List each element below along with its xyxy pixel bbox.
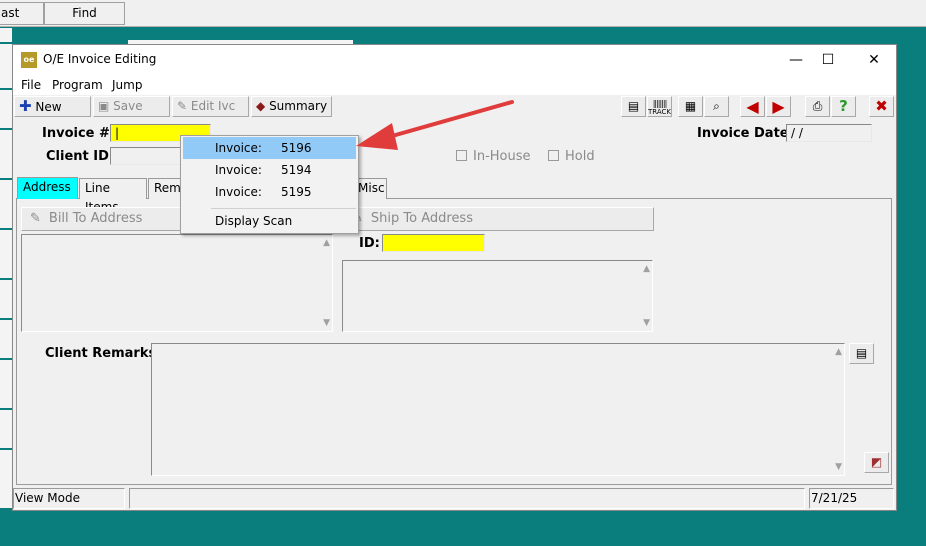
exit-icon[interactable]: ✖ [869, 96, 894, 117]
hold-checkbox[interactable]: Hold [548, 149, 595, 164]
status-date: 7/21/25 [809, 488, 894, 509]
minimize-button[interactable]: — [781, 49, 811, 71]
summary-label: Summary [269, 99, 328, 113]
popup-invoice-number: 5194 [281, 163, 312, 177]
save-label: Save [113, 99, 143, 113]
checkbox-box [548, 150, 559, 161]
magnifier-icon[interactable]: ⌕ [704, 96, 729, 117]
ship-to-address-button[interactable]: ✎Ship To Address [343, 207, 654, 231]
background-last-button[interactable]: ast [0, 2, 44, 25]
document-icon[interactable]: ▦ [678, 96, 703, 117]
menu-file[interactable]: File [21, 78, 41, 92]
popup-invoice-item[interactable]: Invoice: 5195 [183, 181, 356, 203]
in-house-label: In-House [473, 149, 531, 164]
diamond-icon: ◆ [256, 99, 266, 113]
previous-arrow-icon[interactable]: ◀ [740, 96, 765, 117]
bill-to-address-textarea[interactable]: ▲ ▼ [21, 234, 333, 332]
popup-invoice-item[interactable]: Invoice: 5196 [183, 137, 356, 159]
scroll-up-icon[interactable]: ▲ [643, 264, 650, 274]
popup-invoice-item[interactable]: Invoice: 5194 [183, 159, 356, 181]
popup-invoice-label: Invoice: [215, 141, 262, 155]
ship-to-label: Ship To Address [370, 211, 473, 226]
scroll-up-icon[interactable]: ▲ [323, 238, 330, 248]
tab-strip: Address Line Items Rema Misc [16, 177, 892, 214]
popup-invoice-number: 5195 [281, 185, 312, 199]
background-app-panel [0, 28, 12, 508]
scroll-down-icon[interactable]: ▼ [835, 462, 842, 472]
popup-separator [211, 208, 356, 209]
edit-label: Edit Ivc [190, 99, 236, 113]
ship-id-input[interactable] [382, 234, 485, 252]
maximize-button[interactable]: ☐ [813, 49, 843, 71]
pencil-icon: ✎ [30, 211, 41, 226]
background-app-toolbar: ast Find [0, 0, 926, 27]
scroll-down-icon[interactable]: ▼ [643, 318, 650, 328]
bill-to-label: Bill To Address [48, 211, 143, 226]
track-barcode-icon[interactable]: |||||||| TRACK [647, 96, 672, 117]
copy-icon[interactable]: ▤ [621, 96, 646, 117]
floppy-icon: ▣ [98, 99, 110, 113]
popup-invoice-label: Invoice: [215, 185, 262, 199]
status-mode: View Mode [13, 488, 125, 509]
next-arrow-icon[interactable]: ▶ [766, 96, 791, 117]
title-bar: oe O/E Invoice Editing — ☐ ✕ [13, 45, 896, 75]
window-title: O/E Invoice Editing [43, 52, 157, 66]
background-find-button[interactable]: Find [44, 2, 125, 25]
invoice-popup-menu: Invoice: 5196 Invoice: 5194 Invoice: 519… [180, 135, 359, 234]
printer-icon[interactable]: ⎙ [805, 96, 830, 117]
status-message [129, 488, 805, 509]
plus-icon: ✚ [19, 97, 32, 115]
invoice-number-label: Invoice #: [42, 126, 116, 141]
client-id-input[interactable] [110, 147, 185, 165]
hold-label: Hold [565, 149, 595, 164]
track-label: TRACK [648, 108, 671, 116]
barcode-icon: |||||||| [652, 99, 668, 108]
summary-button[interactable]: ◆ Summary [251, 96, 332, 117]
ship-to-address-textarea[interactable]: ▲ ▼ [342, 260, 653, 332]
popup-invoice-number: 5196 [281, 141, 312, 155]
edit-remarks-icon[interactable]: ◩ [864, 452, 889, 473]
popup-invoice-label: Invoice: [215, 163, 262, 177]
in-house-checkbox[interactable]: In-House [456, 149, 531, 164]
invoice-date-input[interactable]: / / [786, 124, 872, 142]
new-label: New [35, 100, 62, 114]
help-icon[interactable]: ? [831, 96, 856, 117]
notepad-icon[interactable]: ▤ [849, 343, 874, 364]
menu-jump[interactable]: Jump [112, 78, 142, 92]
scroll-down-icon[interactable]: ▼ [323, 318, 330, 328]
client-id-label: Client ID: [46, 149, 115, 164]
close-button[interactable]: ✕ [859, 49, 889, 71]
status-bar: View Mode 7/21/25 [13, 486, 896, 510]
tab-address[interactable]: Address [17, 177, 78, 199]
invoice-editing-window: oe O/E Invoice Editing — ☐ ✕ File Progra… [12, 44, 897, 511]
invoice-date-label: Invoice Date: [697, 126, 794, 141]
display-scan-label: Display Scan [215, 214, 293, 228]
checkbox-box [456, 150, 467, 161]
popup-display-scan[interactable]: Display Scan [183, 210, 356, 232]
menu-program[interactable]: Program [52, 78, 103, 92]
app-icon: oe [21, 52, 37, 68]
tab-line-items[interactable]: Line Items [79, 178, 147, 214]
edit-invoice-button[interactable]: ✎ Edit Ivc [172, 96, 249, 117]
save-button[interactable]: ▣ Save [93, 96, 170, 117]
menu-bar: File Program Jump [13, 75, 896, 95]
client-remarks-textarea[interactable]: ▲ ▼ [151, 343, 845, 476]
pencil-icon: ✎ [177, 99, 188, 113]
scroll-up-icon[interactable]: ▲ [835, 347, 842, 357]
ship-id-label: ID: [359, 236, 380, 251]
toolbar: ✚ New ▣ Save ✎ Edit Ivc ◆ Summary ▤ ||||… [13, 95, 896, 118]
new-button[interactable]: ✚ New [14, 96, 91, 117]
client-remarks-label: Client Remarks: [45, 346, 162, 361]
